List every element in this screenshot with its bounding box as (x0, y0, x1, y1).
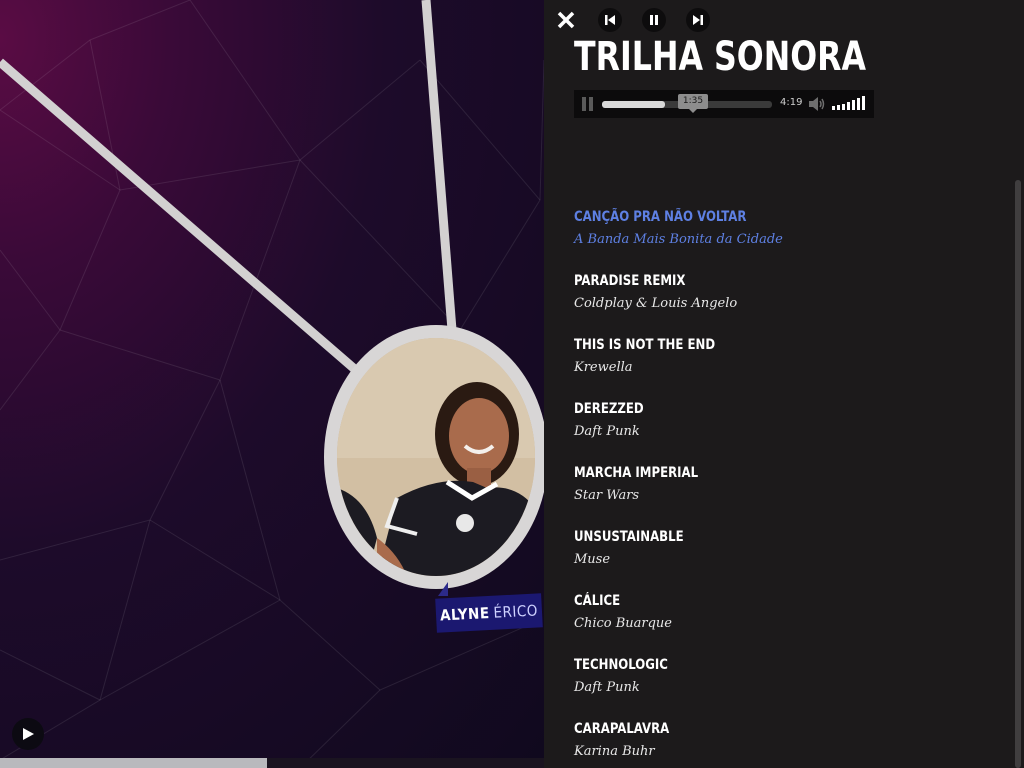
previous-track-button[interactable] (598, 8, 622, 32)
track-title: THIS IS NOT THE END (574, 337, 716, 353)
track-item[interactable]: CARAPALAVRA Karina Buhr (574, 720, 994, 768)
track-item[interactable]: UNSUSTAINABLE Muse (574, 528, 994, 592)
soundtrack-panel: TRILHA SONORA 1:35 4:19 CANÇÃO PRA NÃO V… (544, 0, 1024, 768)
volume-icon[interactable] (808, 96, 826, 112)
timeline-progress-fill (0, 758, 267, 768)
track-item[interactable]: MARCHA IMPERIAL Star Wars (574, 464, 994, 528)
play-button[interactable] (12, 718, 44, 750)
pause-icon (650, 15, 658, 25)
audio-player: 1:35 4:19 (574, 90, 874, 118)
track-item[interactable]: CANÇÃO PRA NÃO VOLTAR A Banda Mais Bonita… (574, 208, 994, 272)
close-icon (557, 11, 575, 29)
audio-pause-button[interactable] (582, 97, 596, 111)
track-title: CARAPALAVRA (574, 721, 670, 737)
track-artist: Daft Punk (574, 424, 640, 439)
track-artist: Coldplay & Louis Angelo (574, 296, 738, 311)
close-button[interactable] (552, 6, 580, 34)
audio-seek-fill (602, 101, 665, 108)
track-title: MARCHA IMPERIAL (574, 465, 699, 481)
audio-duration: 4:19 (780, 97, 803, 108)
track-item[interactable]: PARADISE REMIX Coldplay & Louis Angelo (574, 272, 994, 336)
track-list: CANÇÃO PRA NÃO VOLTAR A Banda Mais Bonita… (574, 208, 994, 768)
panel-controls (552, 6, 730, 34)
pause-icon (582, 97, 586, 111)
track-artist: Chico Buarque (574, 616, 672, 631)
track-item[interactable]: DEREZZED Daft Punk (574, 400, 994, 464)
page-title: TRILHA SONORA (574, 34, 867, 80)
profile-photo (337, 338, 535, 576)
track-artist: Daft Punk (574, 680, 640, 695)
track-title: TECHNOLOGIC (574, 657, 668, 673)
current-time-tooltip: 1:35 (678, 94, 708, 113)
track-item[interactable]: THIS IS NOT THE END Krewella (574, 336, 994, 400)
volume-slider[interactable] (832, 96, 868, 112)
profile-photo-frame (324, 325, 544, 589)
name-tag: ALYNE ÉRICO (435, 593, 543, 633)
play-icon (23, 728, 34, 740)
track-artist: A Banda Mais Bonita da Cidade (574, 232, 783, 247)
skip-next-icon (693, 15, 703, 25)
track-item[interactable]: TECHNOLOGIC Daft Punk (574, 656, 994, 720)
panel-scrollbar[interactable] (1015, 180, 1021, 768)
track-title: CANÇÃO PRA NÃO VOLTAR (574, 209, 747, 225)
track-artist: Muse (574, 552, 611, 567)
background-scene: ALYNE ÉRICO (0, 0, 544, 768)
track-title: PARADISE REMIX (574, 273, 686, 289)
panel-scrollbar-thumb[interactable] (1015, 180, 1021, 768)
track-artist: Star Wars (574, 488, 640, 503)
timeline-progress-bar[interactable] (0, 758, 544, 768)
track-title: DEREZZED (574, 401, 644, 417)
name-tag-flag (438, 582, 448, 596)
track-item[interactable]: CÁLICE Chico Buarque (574, 592, 994, 656)
track-artist: Krewella (574, 360, 633, 375)
track-title: UNSUSTAINABLE (574, 529, 684, 545)
name-first: ALYNE (439, 603, 491, 625)
pause-button[interactable] (642, 8, 666, 32)
track-title: CÁLICE (574, 593, 621, 609)
skip-previous-icon (605, 15, 615, 25)
name-last: ÉRICO (493, 601, 539, 622)
audio-seek-bar[interactable]: 1:35 (602, 94, 772, 113)
next-track-button[interactable] (686, 8, 710, 32)
track-artist: Karina Buhr (574, 744, 655, 759)
